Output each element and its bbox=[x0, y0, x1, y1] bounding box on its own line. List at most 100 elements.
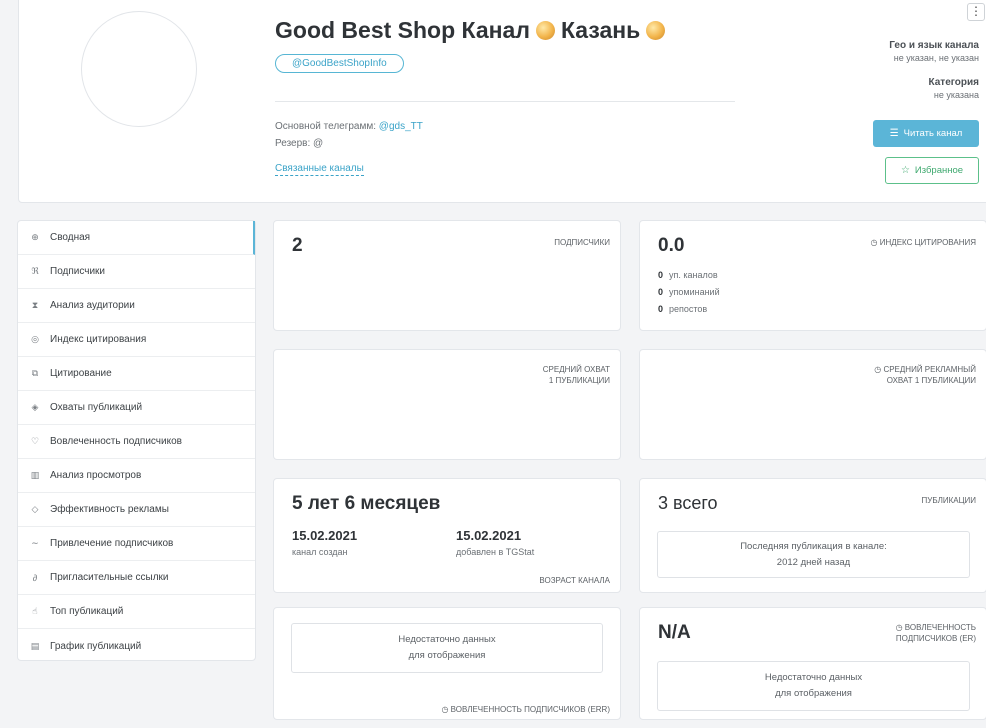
sidebar-item-summary[interactable]: ⊕ Сводная bbox=[18, 221, 255, 255]
sidebar-item-top-posts[interactable]: ☝ Топ публикаций bbox=[18, 595, 255, 629]
subscribers-card: 2 ПОДПИСЧИКИ bbox=[273, 220, 621, 331]
main-telegram-line: Основной телеграмм: @gds_TT bbox=[275, 121, 423, 132]
citation-row-channels: 0 уп. каналов bbox=[658, 270, 718, 280]
sidebar-item-engagement[interactable]: ♡ Вовлеченность подписчиков bbox=[18, 425, 255, 459]
created-date: 15.02.2021 bbox=[292, 528, 358, 543]
avg-ad-reach-label-line1: СРЕДНИЙ РЕКЛАМНЫЙ bbox=[883, 365, 976, 374]
added-label: добавлен в TGStat bbox=[456, 547, 535, 557]
heart-icon: ♡ bbox=[30, 436, 40, 446]
reserve-value: @ bbox=[313, 138, 324, 149]
citation-channels-text: уп. каналов bbox=[669, 270, 718, 280]
er-nodata-line1: Недостаточно данных bbox=[764, 672, 863, 683]
er-label-line2: ПОДПИСЧИКОВ (ER) bbox=[895, 634, 976, 643]
channel-handle-link[interactable]: @GoodBestShopInfo bbox=[275, 54, 404, 73]
er-label-line1: ВОВЛЕЧЕННОСТЬ bbox=[904, 623, 976, 632]
geo-value: не указан, не указан bbox=[893, 53, 979, 63]
thumbs-up-icon: ☝ bbox=[32, 606, 38, 616]
sidebar-item-label: Анализ просмотров bbox=[50, 470, 142, 481]
sidebar-item-acquisition[interactable]: ∼ Привлечение подписчиков bbox=[18, 527, 255, 561]
main-telegram-link[interactable]: @gds_TT bbox=[379, 121, 423, 132]
citation-mentions-text: упоминаний bbox=[669, 287, 720, 297]
created-label: канал создан bbox=[292, 547, 348, 557]
avg-reach-card: СРЕДНИЙ ОХВАТ 1 ПУБЛИКАЦИИ bbox=[273, 349, 621, 460]
favorite-button[interactable]: ☆ Избранное bbox=[885, 157, 979, 184]
users-icon: ℜ bbox=[31, 266, 39, 276]
sidebar-item-subscribers[interactable]: ℜ Подписчики bbox=[18, 255, 255, 289]
category-label: Категория bbox=[928, 77, 979, 88]
err-label-text: ВОВЛЕЧЕННОСТЬ ПОДПИСЧИКОВ (ERR) bbox=[450, 705, 610, 714]
info-icon: ◷ bbox=[895, 623, 903, 632]
coin-icon bbox=[535, 21, 555, 40]
publications-card: 3 всего ПУБЛИКАЦИИ Последняя публикация … bbox=[639, 478, 986, 593]
info-icon: ◷ bbox=[874, 365, 882, 374]
sidebar-item-label: Топ публикаций bbox=[50, 606, 124, 617]
sidebar-item-ad-efficiency[interactable]: ◇ Эффективность рекламы bbox=[18, 493, 255, 527]
related-channels-link[interactable]: Связанные каналы bbox=[275, 163, 364, 176]
divider bbox=[275, 101, 735, 102]
sidebar-item-invite-links[interactable]: ∂ Пригласительные ссылки bbox=[18, 561, 255, 595]
channel-title: Good Best Shop Канал Казань bbox=[275, 17, 666, 44]
category-value: не указана bbox=[933, 90, 979, 100]
citation-index-label-text: ИНДЕКС ЦИТИРОВАНИЯ bbox=[879, 238, 976, 247]
channel-age-label: ВОЗРАСТ КАНАЛА bbox=[539, 576, 610, 585]
channel-avatar bbox=[81, 11, 197, 127]
citation-reposts-count: 0 bbox=[658, 304, 664, 314]
reserve-line: Резерв: @ bbox=[275, 138, 323, 149]
citation-reposts-text: репостов bbox=[669, 304, 708, 314]
eye-icon: ◈ bbox=[31, 402, 39, 412]
avg-reach-label-line1: СРЕДНИЙ ОХВАТ bbox=[542, 365, 610, 374]
at-icon: ◎ bbox=[31, 334, 39, 344]
quote-icon: ⧉ bbox=[31, 368, 39, 378]
sidebar-item-label: Пригласительные ссылки bbox=[50, 572, 169, 583]
geo-label: Гео и язык канала bbox=[889, 40, 979, 51]
er-value: N/A bbox=[658, 622, 691, 643]
title-city: Казань bbox=[560, 17, 641, 43]
sidebar-nav: ⊕ Сводная ℜ Подписчики ⧗ Анализ аудитори… bbox=[17, 220, 256, 661]
sidebar-item-reach[interactable]: ◈ Охваты публикаций bbox=[18, 391, 255, 425]
er-nodata-box: Недостаточно данных для отображения bbox=[657, 661, 970, 711]
avg-reach-label: СРЕДНИЙ ОХВАТ 1 ПУБЛИКАЦИИ bbox=[543, 364, 610, 386]
avg-reach-label-line2: 1 ПУБЛИКАЦИИ bbox=[548, 376, 610, 385]
avg-ad-reach-label-line2: ОХВАТ 1 ПУБЛИКАЦИИ bbox=[886, 376, 976, 385]
sidebar-item-label: Эффективность рекламы bbox=[50, 504, 169, 515]
read-channel-button[interactable]: ☰ Читать канал bbox=[873, 120, 979, 147]
channel-age-value: 5 лет 6 месяцев bbox=[292, 493, 441, 514]
sidebar-item-label: Сводная bbox=[50, 232, 91, 243]
err-card: Недостаточно данных для отображения ◷ ВО… bbox=[273, 607, 621, 720]
er-card: N/A ◷ ВОВЛЕЧЕННОСТЬ ПОДПИСЧИКОВ (ER) Нед… bbox=[639, 607, 986, 720]
avg-ad-reach-card: ◷ СРЕДНИЙ РЕКЛАМНЫЙ ОХВАТ 1 ПУБЛИКАЦИИ bbox=[639, 349, 986, 460]
subscribers-label: ПОДПИСЧИКИ bbox=[554, 238, 610, 247]
read-channel-label: Читать канал bbox=[903, 128, 963, 139]
more-menu-button[interactable]: ⋮ bbox=[967, 3, 985, 21]
kebab-icon: ⋮ bbox=[970, 4, 982, 18]
coin-icon bbox=[646, 21, 666, 40]
sidebar-item-label: Анализ аудитории bbox=[50, 300, 135, 311]
main-telegram-label: Основной телеграмм: bbox=[275, 121, 377, 132]
sidebar-item-views[interactable]: ▥ Анализ просмотров bbox=[18, 459, 255, 493]
sidebar-item-citation[interactable]: ⧉ Цитирование bbox=[18, 357, 255, 391]
citation-index-value: 0.0 bbox=[658, 235, 685, 256]
hourglass-icon: ⧗ bbox=[31, 300, 39, 310]
er-nodata-line2: для отображения bbox=[775, 688, 852, 699]
err-nodata-line1: Недостаточно данных bbox=[398, 634, 496, 645]
channel-age-card: 5 лет 6 месяцев 15.02.2021 канал создан … bbox=[273, 478, 621, 593]
reserve-label: Резерв: bbox=[275, 138, 311, 149]
last-publication-line2: 2012 дней назад bbox=[776, 556, 851, 568]
trend-icon: ∼ bbox=[31, 538, 39, 548]
sidebar-item-label: График публикаций bbox=[50, 640, 142, 652]
favorite-label: Избранное bbox=[914, 165, 964, 176]
citation-index-card: 0.0 ◷ ИНДЕКС ЦИТИРОВАНИЯ 0 уп. каналов 0у… bbox=[639, 220, 986, 331]
err-nodata-box: Недостаточно данных для отображения bbox=[291, 623, 603, 673]
citation-index-label: ◷ ИНДЕКС ЦИТИРОВАНИЯ bbox=[871, 237, 976, 248]
tag-icon: ◇ bbox=[31, 504, 39, 514]
sidebar-item-audience[interactable]: ⧗ Анализ аудитории bbox=[18, 289, 255, 323]
calendar-icon: ▤ bbox=[30, 640, 40, 651]
sidebar-item-citation-index[interactable]: ◎ Индекс цитирования bbox=[18, 323, 255, 357]
added-date: 15.02.2021 bbox=[456, 528, 522, 543]
sidebar-item-schedule[interactable]: ▤ График публикаций bbox=[18, 629, 255, 663]
subscribers-count: 2 bbox=[292, 235, 303, 256]
menu-lines-icon: ☰ bbox=[889, 128, 899, 139]
last-publication-line1: Последняя публикация в канале: bbox=[740, 540, 887, 552]
err-label: ◷ ВОВЛЕЧЕННОСТЬ ПОДПИСЧИКОВ (ERR) bbox=[441, 704, 610, 715]
link-icon: ∂ bbox=[32, 572, 38, 583]
